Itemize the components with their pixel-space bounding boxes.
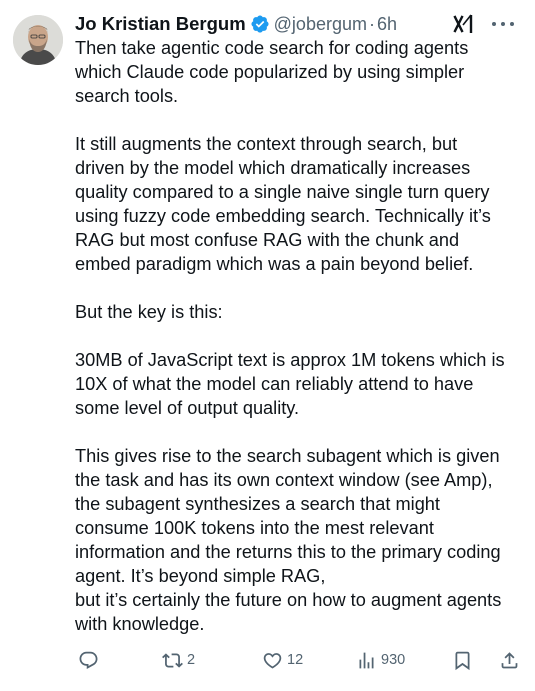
tweet-paragraph: 30MB of JavaScript text is approx 1M tok… xyxy=(75,348,527,420)
tweet-text-line: the task and has its own context window … xyxy=(75,470,493,490)
repost-icon xyxy=(162,652,183,668)
more-dot xyxy=(501,22,505,26)
tweet-text-line: which Claude code popularized by using s… xyxy=(75,62,465,82)
heart-icon xyxy=(263,652,282,669)
avatar[interactable] xyxy=(13,15,63,65)
views-button[interactable]: 930 xyxy=(356,646,405,674)
tweet-text-line: the subagent synthesizes a search that m… xyxy=(75,494,440,514)
bookmark-icon xyxy=(455,651,470,670)
tweet-text-line: But the key is this: xyxy=(75,302,223,322)
tweet-text-line: 30MB of JavaScript text is approx 1M tok… xyxy=(75,350,505,370)
action-bar: 2 12 930 xyxy=(75,646,525,674)
repost-count: 2 xyxy=(187,652,196,668)
tweet-paragraph: But the key is this: xyxy=(75,300,527,324)
tweet-text-line: This gives rise to the search subagent w… xyxy=(75,446,500,466)
tweet-text-line: 10X of what the model can reliably atten… xyxy=(75,374,474,394)
tweet-text-line: embed paradigm which was a pain beyond b… xyxy=(75,254,474,274)
tweet-text: Then take agentic code search for coding… xyxy=(75,36,527,636)
views-icon xyxy=(359,652,374,668)
tweet-text-line: but it’s certainly the future on how to … xyxy=(75,590,502,610)
tweet-text-line: RAG but most confuse RAG with the chunk … xyxy=(75,230,460,250)
timestamp[interactable]: 6h xyxy=(377,14,397,35)
more-options-icon[interactable] xyxy=(492,15,514,33)
share-icon xyxy=(501,651,518,668)
tweet-text-line: Then take agentic code search for coding… xyxy=(75,38,469,58)
avatar-image xyxy=(13,15,63,65)
tweet-paragraph: It still augments the context through se… xyxy=(75,132,527,276)
tweet-text-line: agent. It’s beyond simple RAG, xyxy=(75,566,326,586)
tweet-text-line: It still augments the context through se… xyxy=(75,134,458,154)
more-dot xyxy=(510,22,514,26)
tweet-text-line: some level of output quality. xyxy=(75,398,300,418)
user-handle[interactable]: @jobergum xyxy=(274,14,367,35)
views-count: 930 xyxy=(381,652,406,668)
tweet-text-line: with knowledge. xyxy=(75,614,205,634)
verified-badge-icon xyxy=(250,14,270,34)
more-dot xyxy=(492,22,496,26)
share-button[interactable] xyxy=(499,646,520,674)
tweet-paragraph: Then take agentic code search for coding… xyxy=(75,36,527,108)
tweet-text-line: driven by the model which dramatically i… xyxy=(75,158,471,178)
tweet-text-line: using fuzzy code embedding search. Techn… xyxy=(75,206,491,226)
tweet: Jo Kristian Bergum @jobergum · 6h Then t… xyxy=(0,0,535,691)
reply-icon xyxy=(79,651,98,669)
tweet-text-line: quality compared to a single naive singl… xyxy=(75,182,490,202)
tweet-text-line: consume 100K tokens into the mest releva… xyxy=(75,518,434,538)
reply-button[interactable] xyxy=(78,646,103,674)
grok-icon[interactable] xyxy=(452,13,474,35)
bookmark-button[interactable] xyxy=(452,646,473,674)
separator-dot: · xyxy=(368,13,375,34)
like-button[interactable]: 12 xyxy=(262,646,303,674)
tweet-text-line: information and the returns this to the … xyxy=(75,542,501,562)
tweet-header: Jo Kristian Bergum @jobergum · 6h xyxy=(75,11,520,37)
like-count: 12 xyxy=(287,652,304,668)
tweet-text-line: search tools. xyxy=(75,86,179,106)
display-name[interactable]: Jo Kristian Bergum xyxy=(75,13,246,35)
tweet-paragraph: This gives rise to the search subagent w… xyxy=(75,444,527,636)
repost-button[interactable]: 2 xyxy=(162,646,195,674)
